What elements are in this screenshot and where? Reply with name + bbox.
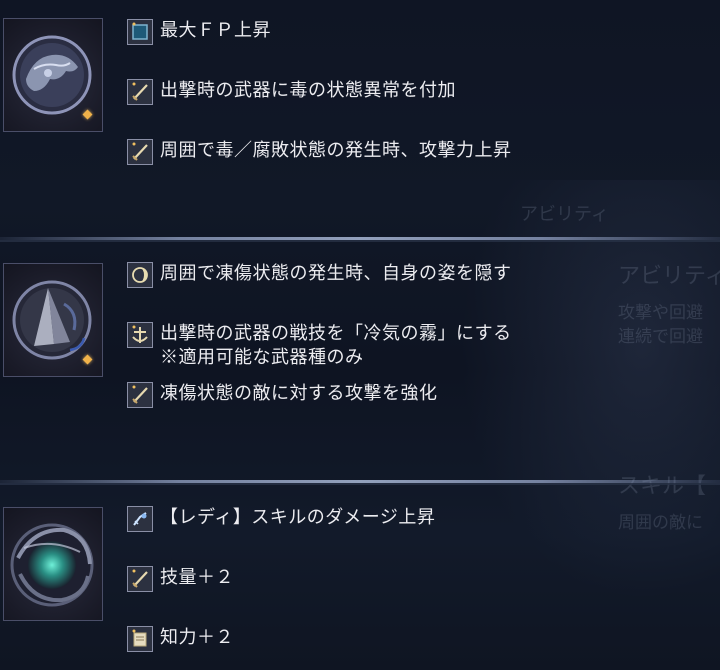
crescent-icon <box>127 262 153 288</box>
effect-row: 出撃時の武器に毒の状態異常を付加 <box>127 79 456 105</box>
effect-row: 周囲で毒／腐敗状態の発生時、攻撃力上昇 <box>127 139 512 165</box>
effect-text: 周囲で毒／腐敗状態の発生時、攻撃力上昇 <box>160 140 512 161</box>
relic-3-emblem-icon <box>10 523 94 607</box>
bg-text-ability-2: アビリティ <box>618 264 720 289</box>
bg-text-desc-1: 攻撃や回避 <box>618 303 703 323</box>
sword-icon <box>127 79 153 105</box>
bg-text-ability-1: アビリティ <box>520 204 609 225</box>
bg-text-desc-3: 周囲の敵に <box>618 513 703 533</box>
effect-row: 最大ＦＰ上昇 <box>127 19 271 45</box>
effect-text: 知力＋２ <box>160 627 234 648</box>
effect-row: 出撃時の武器の戦技を「冷気の霧」にする ※適用可能な武器種のみ <box>127 322 512 370</box>
sword-icon <box>127 139 153 165</box>
relic-icon-1[interactable] <box>3 18 103 132</box>
effect-text: 最大ＦＰ上昇 <box>160 20 271 41</box>
effect-main-text: 出撃時の武器の戦技を「冷気の霧」にする <box>160 323 512 344</box>
effect-row: 知力＋２ <box>127 626 234 652</box>
effect-row: 周囲で凍傷状態の発生時、自身の姿を隠す <box>127 262 512 288</box>
effect-row: 【レディ】スキルのダメージ上昇 <box>127 506 435 532</box>
effect-row: 技量＋２ <box>127 566 234 592</box>
effect-text: 技量＋２ <box>160 567 234 588</box>
fp-square-icon <box>127 19 153 45</box>
character-skill-icon <box>127 506 153 532</box>
sword-icon <box>127 566 153 592</box>
background-glow <box>460 180 720 600</box>
effect-text: 出撃時の武器に毒の状態異常を付加 <box>160 80 456 101</box>
effect-text: 凍傷状態の敵に対する攻撃を強化 <box>160 383 438 404</box>
sword-icon <box>127 382 153 408</box>
section-divider <box>0 480 720 485</box>
effect-note-text: ※適用可能な武器種のみ <box>160 347 364 368</box>
effect-text: 周囲で凍傷状態の発生時、自身の姿を隠す <box>160 263 512 284</box>
relic-icon-2[interactable] <box>3 263 103 377</box>
bg-text-desc-2: 連続で回避 <box>618 327 703 347</box>
effect-text: 【レディ】スキルのダメージ上昇 <box>160 507 436 528</box>
anchor-skill-icon <box>127 322 153 348</box>
scroll-icon <box>127 626 153 652</box>
effect-text: 出撃時の武器の戦技を「冷気の霧」にする ※適用可能な武器種のみ <box>160 322 512 370</box>
relic-icon-3[interactable] <box>3 507 103 621</box>
effect-row: 凍傷状態の敵に対する攻撃を強化 <box>127 382 438 408</box>
section-divider <box>0 237 720 242</box>
